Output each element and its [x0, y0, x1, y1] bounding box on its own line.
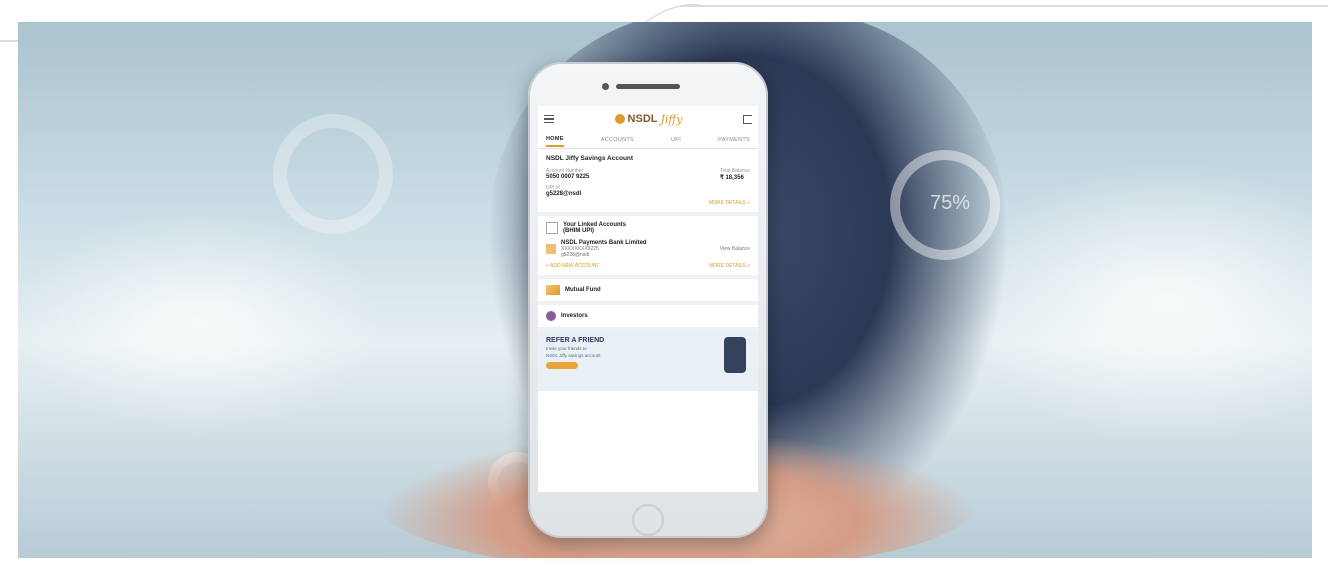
- total-balance: ₹ 18,356: [719, 175, 744, 181]
- hamburger-menu-icon[interactable]: [544, 115, 554, 123]
- phone-illustration-icon: [724, 337, 746, 373]
- savings-card: NSDL Jiffy Savings Account Account Numbe…: [538, 149, 758, 216]
- app-screen: NSDL Jiffy HOME ACCOUNTS UPI PAYMENTS NS…: [538, 106, 758, 492]
- decorative-ring: [273, 114, 393, 234]
- linked-bank-row[interactable]: NSDL Payments Bank Limited XXXXXXXX9225 …: [546, 240, 750, 258]
- account-row: Account Number 5050 0007 9225 Total Bala…: [546, 168, 750, 181]
- refer-line-1: Invite your friends to: [546, 346, 587, 351]
- brand-name: NSDL: [627, 113, 658, 125]
- brand-logo: NSDL Jiffy: [614, 112, 683, 126]
- home-button[interactable]: [632, 504, 664, 536]
- investors-label: Investors: [561, 313, 588, 319]
- linked-subtitle: (BHIM UPI): [563, 228, 594, 234]
- refer-button[interactable]: [546, 362, 578, 369]
- view-balance-link[interactable]: View Balance: [720, 246, 750, 252]
- bank-link-icon: [546, 222, 558, 234]
- speaker-grille: [616, 84, 680, 89]
- logout-icon[interactable]: [742, 114, 752, 124]
- tab-home[interactable]: HOME: [546, 133, 564, 147]
- linked-more-details-link[interactable]: MORE DETAILS »: [709, 263, 750, 269]
- linked-accounts-card: Your Linked Accounts (BHIM UPI) NSDL Pay…: [538, 216, 758, 279]
- bank-icon: [546, 244, 556, 254]
- app-header: NSDL Jiffy: [538, 106, 758, 132]
- nsdl-logo-icon: [614, 114, 625, 124]
- refer-line-2: NSDL Jiffy savings account: [546, 353, 601, 358]
- brand-accent: Jiffy: [660, 112, 683, 126]
- tab-upi[interactable]: UPI: [671, 134, 681, 146]
- investors-content: Investors: [546, 311, 750, 321]
- refer-title: REFER A FRIEND: [546, 337, 605, 344]
- refer-banner[interactable]: REFER A FRIEND Invite your friends to NS…: [538, 331, 758, 391]
- mutual-fund-content: Mutual Fund: [546, 285, 750, 295]
- tab-payments[interactable]: PAYMENTS: [718, 134, 750, 146]
- linked-header: Your Linked Accounts (BHIM UPI): [546, 222, 750, 234]
- smartphone: NSDL Jiffy HOME ACCOUNTS UPI PAYMENTS NS…: [528, 62, 768, 538]
- tab-accounts[interactable]: ACCOUNTS: [601, 134, 634, 146]
- investors-icon: [546, 311, 556, 321]
- tab-bar: HOME ACCOUNTS UPI PAYMENTS: [538, 132, 758, 149]
- frame-line: [680, 5, 1328, 7]
- mutual-fund-icon: [546, 285, 560, 295]
- progress-ring-label: 75%: [929, 192, 971, 214]
- account-number: 5050 0007 9225: [546, 174, 590, 180]
- savings-more-details-link[interactable]: MORE DETAILS »: [546, 200, 750, 206]
- savings-title: NSDL Jiffy Savings Account: [546, 155, 634, 162]
- bank-upi: g5228@nsdl: [561, 252, 590, 258]
- camera-icon: [602, 83, 609, 90]
- investors-row[interactable]: Investors: [538, 305, 758, 331]
- add-account-link[interactable]: + ADD NEW ACCOUNT: [546, 263, 599, 269]
- mutual-fund-row[interactable]: Mutual Fund: [538, 279, 758, 305]
- mutual-fund-label: Mutual Fund: [565, 287, 601, 293]
- upi-id: g5228@nsdl: [546, 191, 582, 197]
- linked-actions: + ADD NEW ACCOUNT MORE DETAILS »: [546, 263, 750, 269]
